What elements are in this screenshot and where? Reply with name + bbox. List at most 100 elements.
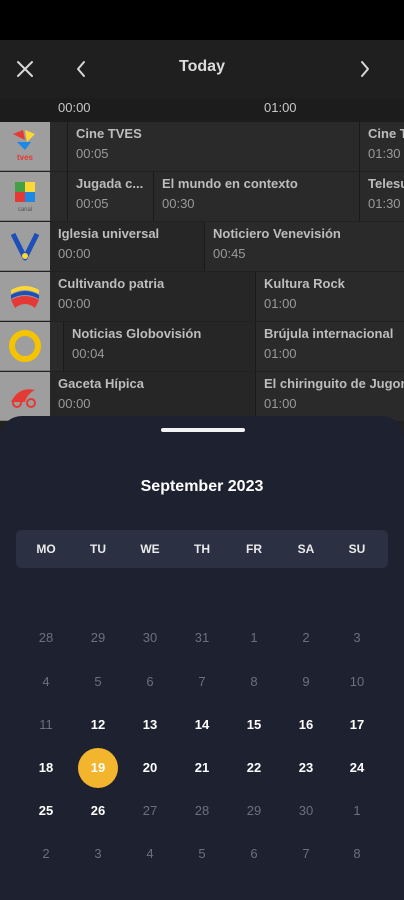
meridiano-logo[interactable] <box>0 372 50 421</box>
channel-row: Iglesia universal 00:00 Noticiero Venevi… <box>50 222 404 271</box>
calendar-day[interactable]: 14 <box>182 705 222 745</box>
selected-day[interactable]: 19 <box>78 748 118 788</box>
program-cell[interactable]: Noticias Globovisión 00:04 <box>64 322 256 371</box>
calendar-day: 7 <box>198 674 206 689</box>
calendar-day[interactable]: 23 <box>286 748 326 788</box>
calendar-day: 6 <box>146 674 154 689</box>
program-time: 00:05 <box>76 146 109 161</box>
program-title: El mundo en contexto <box>162 176 298 191</box>
calendar-day[interactable]: 22 <box>234 748 274 788</box>
program-cell[interactable]: Jugada c... 00:05 <box>68 172 154 221</box>
calendar-day: 5 <box>198 846 206 861</box>
globovision-logo[interactable] <box>0 322 50 371</box>
next-day-button[interactable] <box>348 52 382 86</box>
program-time: 01:00 <box>264 346 297 361</box>
calendar-day: 8 <box>353 846 361 861</box>
calendar-day: 27 <box>142 803 158 818</box>
weekday-label: FR <box>246 542 262 556</box>
program-cell <box>50 122 68 171</box>
program-time: 00:04 <box>72 346 105 361</box>
channel-row: Cine TVES 00:05 Cine TVES 01:30 <box>50 122 404 171</box>
calendar-day: 11 <box>39 717 53 732</box>
header: Today <box>0 40 404 98</box>
program-cell[interactable]: Noticiero Venevisión 00:45 <box>205 222 404 271</box>
calendar-day[interactable]: 13 <box>130 705 170 745</box>
time-label: 00:00 <box>58 100 91 115</box>
program-cell[interactable]: Cine TVES 01:30 <box>360 122 404 171</box>
time-label: 01:00 <box>264 100 297 115</box>
drag-handle[interactable] <box>161 428 245 432</box>
program-time: 00:00 <box>58 396 91 411</box>
program-cell[interactable]: Telesur 01:30 <box>360 172 404 221</box>
program-cell[interactable]: Gaceta Hípica 00:00 <box>50 372 256 421</box>
program-title: Cine TVES <box>76 126 142 141</box>
channel-row: Noticias Globovisión 00:04 Brújula inter… <box>50 322 404 371</box>
weekday-label: TH <box>194 542 210 556</box>
venevision-logo[interactable] <box>0 222 50 271</box>
calendar-day: 2 <box>302 630 310 645</box>
calendar-day: 29 <box>90 630 106 645</box>
calendar-day[interactable]: 15 <box>234 705 274 745</box>
program-cell[interactable]: El chiringuito de Jugones 01:00 <box>256 372 404 421</box>
vtv-logo[interactable] <box>0 272 50 321</box>
calendar-day: 31 <box>194 630 210 645</box>
program-cell[interactable]: Cultivando patria 00:00 <box>50 272 256 321</box>
calendar-day: 1 <box>250 630 258 645</box>
channel-row: Gaceta Hípica 00:00 El chiringuito de Ju… <box>50 372 404 421</box>
weekday-label: SU <box>348 542 366 556</box>
program-title: Jugada c... <box>76 176 144 191</box>
program-cell[interactable]: Brújula internacional 01:00 <box>256 322 404 371</box>
calendar-day[interactable]: 16 <box>286 705 326 745</box>
weekday-label: TU <box>90 542 106 556</box>
calendar-day: 3 <box>353 630 361 645</box>
weekday-label: WE <box>140 542 160 556</box>
calendar-day[interactable]: 12 <box>78 705 118 745</box>
month-title: September 2023 <box>140 478 264 495</box>
chevron-right-icon <box>361 61 369 77</box>
program-time: 01:30 <box>368 196 401 211</box>
day-title[interactable]: Today <box>0 58 404 76</box>
status-bar <box>0 0 404 40</box>
calendar-day[interactable]: 21 <box>182 748 222 788</box>
calendar-day[interactable]: 17 <box>337 705 377 745</box>
svg-text:canal: canal <box>18 207 32 213</box>
calendar-day[interactable]: 24 <box>337 748 377 788</box>
calendar-day: 29 <box>246 803 262 818</box>
calendar-day: 6 <box>250 846 258 861</box>
calendar-day[interactable]: 20 <box>130 748 170 788</box>
weekday-label: SA <box>297 542 315 556</box>
tv-guide-app: Today 00:00 01:00 tves Cine TVES 00:05 C… <box>0 40 404 900</box>
calendar-day: 4 <box>146 846 154 861</box>
calendar-day: 2 <box>42 846 50 861</box>
weekday-header: MO TU WE TH FR SA SU <box>16 530 388 568</box>
date-picker-sheet: September 2023 MO TU WE TH FR SA SU 28 29 30 31 1 2… <box>0 416 404 900</box>
program-title: Kultura Rock <box>264 276 345 291</box>
program-title: Brújula internacional <box>264 326 394 341</box>
program-cell[interactable]: El mundo en contexto 00:30 <box>154 172 360 221</box>
program-title: Noticias Globovisión <box>72 326 202 341</box>
program-title: Telesur <box>368 176 404 191</box>
program-title: Cultivando patria <box>58 276 165 291</box>
program-title: El chiringuito de Jugones <box>264 376 404 391</box>
calendar-day: 4 <box>42 674 50 689</box>
program-cell <box>50 322 64 371</box>
program-guide: tves Cine TVES 00:05 Cine TVES 01:30 can… <box>0 122 404 422</box>
calendar-day: 9 <box>302 674 310 689</box>
program-cell[interactable]: Cine TVES 00:05 <box>68 122 360 171</box>
program-time: 01:00 <box>264 396 297 411</box>
program-cell[interactable]: Kultura Rock 01:00 <box>256 272 404 321</box>
program-time: 00:00 <box>58 296 91 311</box>
calendar-day: 5 <box>94 674 102 689</box>
channel-row: Cultivando patria 00:00 Kultura Rock 01:… <box>50 272 404 321</box>
calendar-day[interactable]: 18 <box>26 748 66 788</box>
tves-logo[interactable]: tves <box>0 122 50 171</box>
calendar-day: 8 <box>250 674 258 689</box>
program-time: 01:30 <box>368 146 401 161</box>
program-cell <box>50 172 68 221</box>
canal-logo[interactable]: canal <box>0 172 50 221</box>
calendar-day[interactable]: 26 <box>78 791 118 831</box>
program-cell[interactable]: Iglesia universal 00:00 <box>50 222 205 271</box>
program-time: 01:00 <box>264 296 297 311</box>
weekday-label: MO <box>36 542 56 556</box>
calendar-day[interactable]: 25 <box>26 791 66 831</box>
